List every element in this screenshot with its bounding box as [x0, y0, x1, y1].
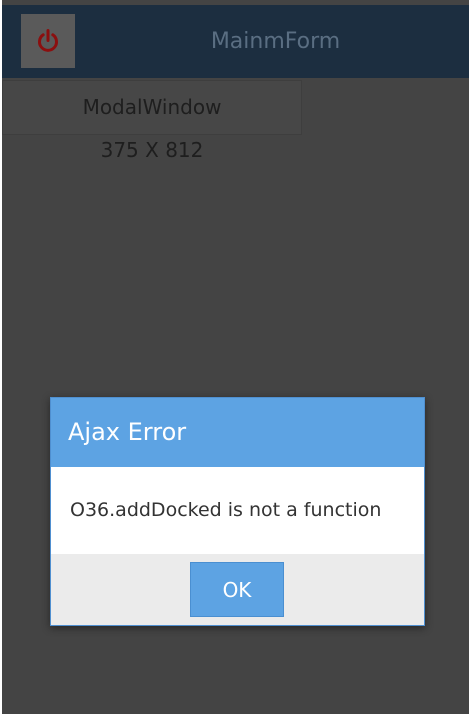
ajax-error-dialog: Ajax Error O36.addDocked is not a functi…: [50, 397, 425, 626]
power-icon: [35, 28, 61, 54]
app-viewport: MainmForm ModalWindow 375 X 812 Ajax Err…: [2, 0, 469, 714]
power-button[interactable]: [21, 14, 75, 68]
dialog-footer: OK: [51, 554, 424, 625]
dialog-title: Ajax Error: [51, 398, 424, 467]
ok-button[interactable]: OK: [190, 562, 284, 617]
dialog-message: O36.addDocked is not a function: [51, 467, 424, 554]
header-title: MainmForm: [210, 29, 341, 54]
modal-window-label: ModalWindow: [82, 95, 222, 119]
app-header: MainmForm: [2, 5, 469, 78]
modal-window-tab[interactable]: ModalWindow: [2, 80, 302, 135]
size-label: 375 X 812: [100, 138, 204, 162]
